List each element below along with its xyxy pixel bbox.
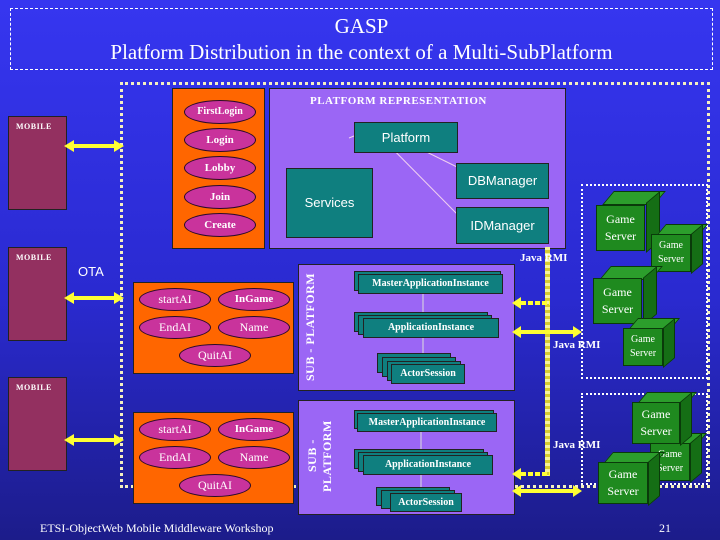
service-startai: startAI <box>139 418 211 441</box>
service-firstlogin: FirstLogin <box>184 100 256 124</box>
game-server-cube: Game Server <box>623 317 681 369</box>
services-box: Services <box>286 168 373 238</box>
game-server-label-line2: Server <box>607 484 639 498</box>
master-application-instance: MasterApplicationInstance <box>358 274 503 294</box>
service-ingame: InGame <box>218 288 290 311</box>
service-create: Create <box>184 213 256 237</box>
game-server-label-line2: Server <box>657 254 685 265</box>
game-server-cube: Game Server <box>598 451 666 507</box>
service-quitai: QuitAI <box>179 474 251 497</box>
actor-session: ActorSession <box>390 493 462 512</box>
arrow-dashed-1 <box>512 297 550 309</box>
db-manager-box: DBManager <box>456 163 549 199</box>
title-box: GASP Platform Distribution in the contex… <box>10 8 713 70</box>
service-login: Login <box>184 128 256 152</box>
mobile-2: MOBILE <box>8 247 67 341</box>
mobile-3: MOBILE <box>8 377 67 471</box>
arrow-rmi-2 <box>512 485 582 497</box>
game-server-label-line1: Game <box>606 212 635 226</box>
game-server-label-line2: Server <box>604 229 637 243</box>
mobile-label: MOBILE <box>16 122 52 131</box>
id-manager-box: IDManager <box>456 207 549 244</box>
service-ingame: InGame <box>218 418 290 441</box>
game-server-label-line1: Game <box>659 240 683 251</box>
application-instance: ApplicationInstance <box>363 318 499 338</box>
arrow-mobile-1 <box>64 140 124 152</box>
game-server-label-line1: Game <box>631 334 655 345</box>
service-lobby: Lobby <box>184 156 256 180</box>
game-server-cube: Game Server <box>651 223 709 275</box>
platform-box: Platform <box>354 122 458 153</box>
game-server-cube: Game Server <box>593 266 663 326</box>
game-server-label-line2: Server <box>640 424 672 438</box>
rmi-bus-line <box>545 247 550 476</box>
service-name: Name <box>218 316 290 339</box>
game-server-label-line1: Game <box>641 407 671 421</box>
title-line-1: GASP <box>334 14 389 38</box>
game-server-label-line2: Server <box>601 302 634 316</box>
mobile-1: MOBILE <box>8 116 67 210</box>
ota-label: OTA <box>78 264 104 279</box>
arrow-mobile-3 <box>64 434 124 446</box>
footer-text: ETSI-ObjectWeb Mobile Middleware Worksho… <box>40 521 274 535</box>
master-application-instance: MasterApplicationInstance <box>357 413 497 432</box>
service-quitai: QuitAI <box>179 344 251 367</box>
service-endai: EndAI <box>139 446 211 469</box>
arrow-rmi-1 <box>512 326 582 338</box>
application-instance: ApplicationInstance <box>363 455 493 475</box>
service-join: Join <box>184 185 256 209</box>
arrow-dashed-2 <box>512 468 550 480</box>
game-server-label-line1: Game <box>608 467 638 481</box>
mobile-label: MOBILE <box>16 253 52 262</box>
title-line-2: Platform Distribution in the context of … <box>110 40 613 64</box>
game-server-label-line2: Server <box>629 348 657 359</box>
service-endai: EndAI <box>139 316 211 339</box>
service-name: Name <box>218 446 290 469</box>
mobile-label: MOBILE <box>16 383 52 392</box>
service-startai: startAI <box>139 288 211 311</box>
game-server-label-line1: Game <box>603 285 632 299</box>
page-number: 21 <box>659 521 671 535</box>
java-rmi-label: Java RMI <box>520 252 568 264</box>
arrow-mobile-2 <box>64 292 124 304</box>
actor-session: ActorSession <box>391 364 465 384</box>
game-server-cube: Game Server <box>632 391 698 447</box>
